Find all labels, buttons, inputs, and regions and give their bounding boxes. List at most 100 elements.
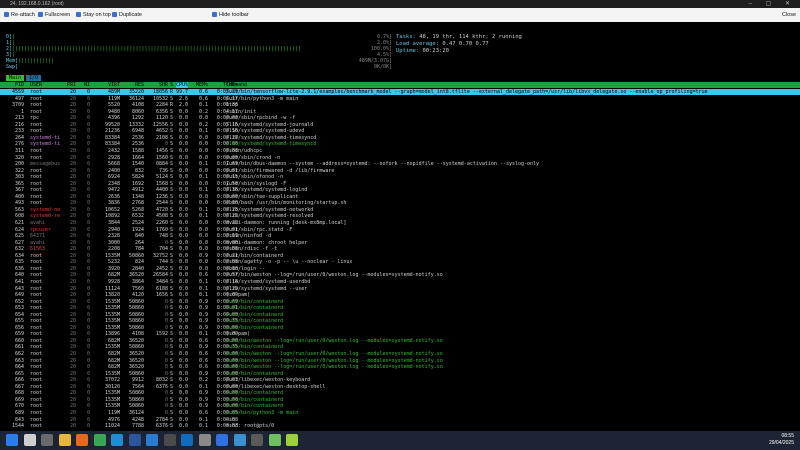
process-row[interactable]: 665 root 20 0 1535M 50860 0 S 0.0 0.9 0:00.00/usr/… <box>0 371 800 377</box>
process-row[interactable]: 367 root 20 0 9472 4912 4400 S 0.0 0.1 0:00.36/lib… <box>0 187 800 193</box>
process-row[interactable]: 667 root 20 0 30120 7564 6376 S 0.0 0.1 0:00.00/us… <box>0 384 800 390</box>
vscode-icon[interactable] <box>146 434 158 446</box>
process-row[interactable]: 264 systemd-ti 20 0 83384 2536 2108 S 0.0 0.0 0:00… <box>0 135 800 141</box>
terminal[interactable]: 0[| 0.7%] 1[| 2.0%] 2[||||||||||||||||||||||… <box>0 22 800 431</box>
settings-icon[interactable] <box>198 434 211 446</box>
tab-main[interactable]: Main <box>6 75 25 81</box>
chrome-icon[interactable] <box>93 434 106 446</box>
col-mem[interactable]: MEM% <box>194 82 208 88</box>
file-explorer-icon[interactable] <box>58 434 71 446</box>
process-row[interactable]: 661 root 20 0 1535M 50860 0 S 0.0 0.9 0:00.35/usr/… <box>0 344 800 350</box>
process-row[interactable]: 655 root 20 0 1535M 50860 0 S 0.0 0.9 0:00.35/usr/… <box>0 318 800 324</box>
col-shr[interactable]: SHR <box>146 82 168 88</box>
process-row[interactable]: 365 root 20 0 2348 1692 1568 S 0.0 0.0 0:01.50/usr… <box>0 181 800 187</box>
hide-toolbar-button[interactable]: Hide toolbar <box>212 11 249 19</box>
process-row[interactable]: 320 root 20 0 2928 1664 1560 S 0.0 0.0 0:00.00/usr… <box>0 155 800 161</box>
process-row[interactable]: 654 root 20 0 1535M 50860 0 S 0.0 0.9 0:00.00/usr/… <box>0 312 800 318</box>
cell-user: root <box>30 193 43 200</box>
process-row[interactable]: 653 root 20 0 1535M 50860 0 S 0.0 0.9 0:00.01/usr/… <box>0 305 800 311</box>
calculator-icon[interactable] <box>251 434 263 446</box>
process-row[interactable]: 659 root 20 0 13896 4108 1592 S 0.0 0.1 0:00.00 (sd… <box>0 331 800 337</box>
process-row[interactable]: 635 root 20 0 5232 824 744 S 0.0 0.0 0:00.00/sbin/… <box>0 259 800 265</box>
process-row[interactable]: 640 root 20 0 682M 36520 26584 S 0.0 0.6 0:00.57/u… <box>0 272 800 278</box>
edge-icon[interactable] <box>111 434 123 446</box>
process-row[interactable]: 632 61563 20 0 2208 784 704 S 0.0 0.0 0:00.00/sbin… <box>0 246 800 252</box>
cell-s: S <box>170 311 174 318</box>
process-row[interactable]: 666 root 20 0 37072 9912 8032 S 0.0 0.2 0:00.03/us… <box>0 377 800 383</box>
process-row[interactable]: 689 root 20 0 119M 36124 0 S 0.0 0.6 0:00.05/usr/b… <box>0 410 800 416</box>
cell-shr: 0 <box>164 390 168 397</box>
mail-icon[interactable] <box>181 434 193 446</box>
fullscreen-button[interactable]: Fullscreen <box>38 11 70 19</box>
process-row[interactable]: 669 root 20 0 1535M 50860 0 S 0.0 0.9 0:00.00/usr/… <box>0 397 800 403</box>
firefox-icon[interactable] <box>76 434 88 446</box>
process-row[interactable]: 233 root 20 0 21236 6948 4652 S 0.0 0.1 0:00.56/li… <box>0 128 800 134</box>
process-row[interactable]: 643 root 20 0 11124 7560 6188 S 0.0 0.1 0:00.29/li… <box>0 286 800 292</box>
window-controls[interactable]: – ▢ ✕ <box>749 0 796 8</box>
process-row[interactable]: 3709 root 20 0 5520 4108 2284 R 2.0 0.1 0:01.36 hto… <box>0 102 800 108</box>
process-row[interactable]: 1 root 20 0 9480 8060 6356 S 0.0 0.2 0:04.17/sbin/… <box>0 109 800 115</box>
terminal-icon[interactable] <box>163 434 176 446</box>
process-row[interactable]: 843 root 20 0 4976 4248 2784 S 0.0 0.1 0:00.08 -sh <box>0 417 800 423</box>
process-row[interactable]: 652 root 20 0 1535M 50860 0 S 0.0 0.9 0:00.09/usr/… <box>0 299 800 305</box>
cell-shr: 6356 <box>155 108 168 115</box>
search-icon[interactable] <box>23 434 36 446</box>
process-row[interactable]: 303 root 20 0 6924 5824 5124 S 0.0 0.1 0:00.15/usr… <box>0 174 800 180</box>
cell-shr: 0 <box>164 337 168 344</box>
col-state[interactable]: S <box>170 82 173 88</box>
process-row[interactable]: 670 root 20 0 1535M 50860 0 S 0.0 0.9 0:00.00/usr/… <box>0 403 800 409</box>
notepad-icon[interactable] <box>268 434 281 446</box>
process-row[interactable]: 4559 root 20 0 489M 35220 18056 R 99.7 0.6 0:05.29… <box>0 89 800 95</box>
duplicate-button[interactable]: Duplicate <box>112 11 142 19</box>
process-row[interactable]: 624 rpcuser 20 0 2940 1924 1760 S 0.0 0.0 0:00.01/… <box>0 227 800 233</box>
windows-start-icon[interactable] <box>6 434 18 446</box>
process-row[interactable]: 276 systemd-ti 20 0 83384 2536 0 S 0.0 0.0 0:00.00… <box>0 141 800 147</box>
process-row[interactable]: 625 64371 20 0 2328 840 748 S 0.0 0.0 0:00.19/sbin… <box>0 233 800 239</box>
word-icon[interactable] <box>128 434 141 446</box>
process-row[interactable]: 641 root 20 0 9928 3864 3484 S 0.0 0.1 0:00.14/lib… <box>0 279 800 285</box>
store-icon[interactable] <box>216 434 228 446</box>
process-row[interactable]: 200 messagebus 20 0 5668 1540 0884 S 0.0 0.1 0:01.… <box>0 161 800 167</box>
tab-io[interactable]: I/O <box>26 75 42 81</box>
col-res[interactable]: RES <box>122 82 144 88</box>
process-row[interactable]: 627 avahi 20 0 3000 264 0 S 0.0 0.0 0:00.00 avahi-d… <box>0 240 800 246</box>
process-row[interactable]: 636 root 20 0 3920 2840 2452 S 0.0 0.0 0:00.00/bin… <box>0 266 800 272</box>
stay-on-top-button[interactable]: Stay on top <box>76 11 111 19</box>
cell-s: S <box>170 134 174 141</box>
close-button[interactable]: Close <box>782 11 796 19</box>
process-row[interactable]: 1544 root 20 0 11024 7788 6376 S 0.0 0.1 0:00.03 ss… <box>0 423 800 429</box>
process-row[interactable]: 663 root 20 0 682M 36520 0 S 0.0 0.6 0:00.00/usr/b… <box>0 358 800 364</box>
process-row[interactable]: 634 root 20 0 1535M 50860 32752 S 0.0 0.9 0:00.21/… <box>0 253 800 259</box>
col-pid[interactable]: PID <box>2 82 24 88</box>
process-row[interactable]: 322 root 20 0 2400 832 736 S 0.0 0.0 0:00.01/usr/s… <box>0 168 800 174</box>
cell-user: systemd-ti <box>30 141 61 148</box>
col-pri[interactable]: PRI <box>66 82 76 88</box>
clock[interactable]: 08:55 29/04/2025 <box>769 433 794 447</box>
col-user[interactable]: USER <box>30 82 42 88</box>
app-icon[interactable] <box>286 434 298 446</box>
col-command[interactable]: Command <box>226 82 247 88</box>
process-row[interactable]: 608 systemd-re 20 0 10892 6532 4508 S 0.0 0.1 0:00… <box>0 213 800 219</box>
process-row[interactable]: 497 root 20 0 119M 36124 10532 S 2.6 0.6 0:06.17/u… <box>0 96 800 102</box>
process-row[interactable]: 621 avahi 20 0 3844 2524 2260 S 0.0 0.0 0:00.22 ava… <box>0 220 800 226</box>
process-row[interactable]: 662 root 20 0 682M 36520 0 S 0.0 0.6 0:00.00/usr/b… <box>0 351 800 357</box>
process-row[interactable]: 660 root 20 0 682M 36520 0 S 0.0 0.6 0:00.00/usr/b… <box>0 338 800 344</box>
process-row[interactable]: 563 systemd-ne 20 0 10652 5268 4720 S 0.0 0.1 0:00… <box>0 207 800 213</box>
process-row[interactable]: 213 rpc 20 0 4396 1292 1120 S 0.0 0.0 0:00.00/usr/… <box>0 115 800 121</box>
photos-icon[interactable] <box>233 434 246 446</box>
col-ni[interactable]: NI <box>80 82 90 88</box>
task-view-icon[interactable] <box>41 434 53 446</box>
col-cpu[interactable]: CPU% <box>176 82 188 88</box>
process-row[interactable]: 216 root 20 0 99520 13332 12556 S 0.0 0.2 0:05.16/… <box>0 122 800 128</box>
process-row[interactable]: 649 root 20 0 13820 4120 1656 S 0.0 0.1 0:00.00 (sd… <box>0 292 800 298</box>
process-row[interactable]: 664 root 20 0 682M 36520 0 S 0.0 0.6 0:00.00/usr/b… <box>0 364 800 370</box>
cell-pid: 663 <box>14 357 24 364</box>
process-row[interactable]: 656 root 20 0 1535M 50860 0 S 0.0 0.9 0:00.00/usr/… <box>0 325 800 331</box>
reattach-button[interactable]: Re-attach <box>4 11 35 19</box>
col-virt[interactable]: VIRT <box>94 82 120 88</box>
process-row[interactable]: 668 root 20 0 1535M 50860 0 S 0.0 0.9 0:00.00/usr/… <box>0 390 800 396</box>
process-row[interactable]: 311 root 20 0 2432 1588 1456 S 0.0 0.0 0:00.00/sbi… <box>0 148 800 154</box>
process-row[interactable]: 400 root 20 0 2636 1348 1236 S 0.0 0.0 0:00.00/usr… <box>0 194 800 200</box>
cell-s: S <box>170 174 174 181</box>
process-row[interactable]: 493 root 20 0 3836 2768 2544 S 0.0 0.0 0:00.00/bin… <box>0 200 800 206</box>
